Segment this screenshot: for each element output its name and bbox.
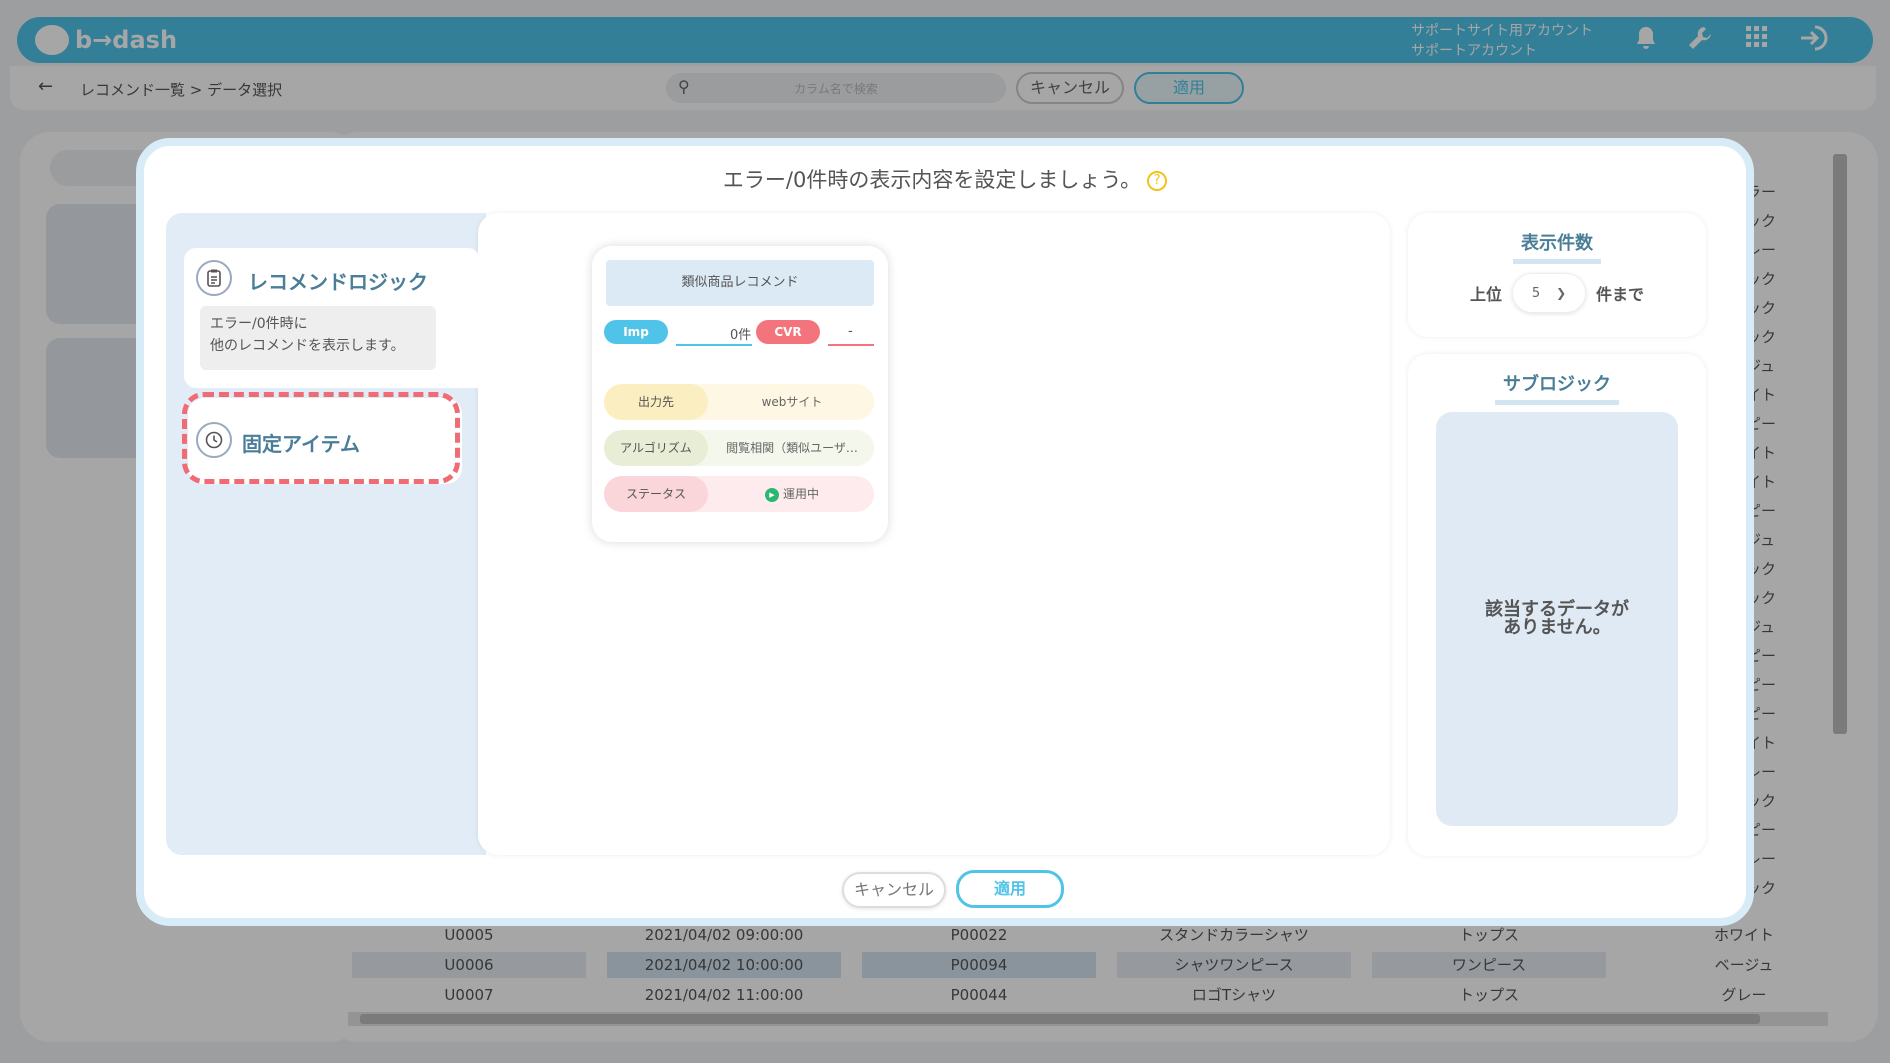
modal-title: エラー/0件時の表示内容を設定しましょう。? <box>144 164 1746 194</box>
nav-label-recommend-logic: レコメンドロジック <box>248 270 428 294</box>
nav-item-recommend-logic[interactable]: レコメンドロジック エラー/0件時に 他のレコメンドを表示します。 <box>184 248 480 388</box>
sublogic-title-text: サブロジック <box>1495 370 1619 405</box>
count-select-value: 5 <box>1531 285 1541 301</box>
field-value: ▶ 運用中 <box>714 476 870 512</box>
error-settings-modal: エラー/0件時の表示内容を設定しましょう。? レコメンドロジック エラー/0件時… <box>136 138 1754 926</box>
display-count-box: 表示件数 上位 5 ❯ 件まで <box>1408 213 1706 337</box>
document-icon <box>196 260 232 296</box>
card-title: 類似商品レコメンド <box>606 260 874 306</box>
description-line-1: エラー/0件時に <box>210 316 308 332</box>
count-suffix: 件まで <box>1596 285 1645 304</box>
sublogic-empty-state: 該当するデータが ありません。 <box>1436 412 1678 826</box>
card-field-status: ステータス ▶ 運用中 <box>604 476 874 512</box>
recommend-card[interactable]: 類似商品レコメンド Imp 0件 CVR - 出力先 webサイト アルゴリズム… <box>592 246 888 542</box>
display-count-title: 表示件数 <box>1408 229 1706 264</box>
empty-line-2: ありません。 <box>1503 617 1611 638</box>
sublogic-title: サブロジック <box>1408 370 1706 405</box>
field-label: アルゴリズム <box>604 430 708 466</box>
display-count-title-text: 表示件数 <box>1513 229 1601 264</box>
count-prefix: 上位 <box>1469 285 1502 304</box>
highlight-dashed-frame <box>182 392 460 484</box>
imp-value: 0件 <box>730 328 752 343</box>
cvr-underline <box>828 344 874 346</box>
description-line-2: 他のレコメンドを表示します。 <box>210 338 405 354</box>
chevron-down-icon: ❯ <box>1556 286 1567 300</box>
cvr-badge: CVR <box>756 320 820 344</box>
count-select[interactable]: 5 ❯ <box>1512 273 1586 313</box>
imp-underline <box>676 344 752 346</box>
cvr-value: - <box>848 324 853 339</box>
modal-apply-button[interactable]: 適用 <box>956 870 1064 908</box>
sublogic-box: サブロジック 該当するデータが ありません。 <box>1408 354 1706 856</box>
display-count-row: 上位 5 ❯ 件まで <box>1408 273 1706 313</box>
modal-title-text: エラー/0件時の表示内容を設定しましょう。 <box>722 168 1142 192</box>
field-label: 出力先 <box>604 384 708 420</box>
field-label: ステータス <box>604 476 708 512</box>
modal-cancel-button[interactable]: キャンセル <box>842 872 946 908</box>
card-field-output: 出力先 webサイト <box>604 384 874 420</box>
recommend-logic-description: エラー/0件時に 他のレコメンドを表示します。 <box>200 306 436 370</box>
imp-badge: Imp <box>604 320 668 344</box>
help-icon[interactable]: ? <box>1147 171 1168 191</box>
play-icon: ▶ <box>764 487 779 502</box>
card-field-algorithm: アルゴリズム 閲覧相関（類似ユーザ… <box>604 430 874 466</box>
status-text: 運用中 <box>782 487 819 501</box>
field-value: webサイト <box>761 395 823 409</box>
field-value: 閲覧相関（類似ユーザ… <box>726 441 858 455</box>
